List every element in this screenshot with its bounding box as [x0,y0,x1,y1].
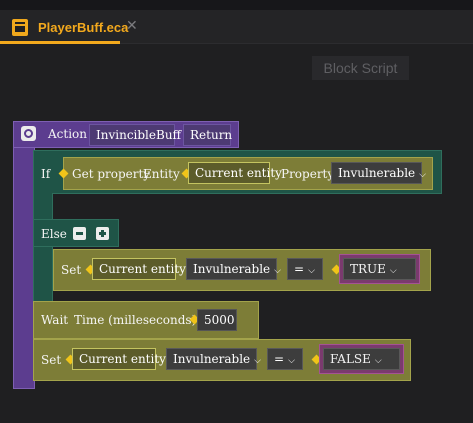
tab-title[interactable]: PlayerBuff.eca [38,20,128,35]
set-operator-dropdown[interactable]: = ⌵ [287,258,323,280]
action-name-field[interactable]: InvincibleBuff [89,124,181,146]
time-label: Time (milleseconds) [74,313,197,327]
else-label: Else [41,227,67,241]
set-operator-value: = [294,262,305,276]
block-script-button[interactable]: Block Script [312,56,409,80]
time-input[interactable]: 5000 [197,309,237,331]
boolean-dropdown[interactable]: FALSE ⌵ [323,348,400,370]
if-block-spine [33,193,53,301]
chevron-down-icon: ⌵ [288,356,295,366]
boolean-dropdown[interactable]: TRUE ⌵ [343,258,416,280]
action-block-body [13,148,35,389]
set-property-dropdown[interactable]: Invulnerable ⌵ [186,258,281,280]
chevron-down-icon: ⌵ [274,266,281,276]
set-entity-field[interactable]: Current entity [72,348,166,370]
chevron-down-icon: ⌵ [374,356,382,366]
wait-label: Wait [41,313,69,327]
gear-icon[interactable] [21,126,36,141]
script-file-icon [12,19,28,36]
entity-label: Entity [143,167,180,181]
property-dropdown[interactable]: Invulnerable ⌵ [331,162,426,184]
title-bar [0,0,473,10]
set-property-value: Invulnerable [193,262,271,276]
set-label: Set [61,263,82,277]
close-icon[interactable]: ✕ [126,18,138,34]
set-property-dropdown[interactable]: Invulnerable ⌵ [166,348,261,370]
set-operator-value: = [274,352,285,366]
boolean-value-block[interactable]: TRUE ⌵ [339,254,420,284]
property-label: Property [281,167,335,181]
add-branch-icon[interactable] [96,227,109,240]
active-tab-indicator [0,41,120,44]
set-operator-dropdown[interactable]: = ⌵ [267,348,303,370]
action-label: Action [48,127,87,141]
chevron-down-icon: ⌵ [389,266,397,276]
entity-field[interactable]: Current entity [188,162,282,184]
chevron-down-icon: ⌵ [254,356,261,366]
boolean-value: FALSE [330,352,371,366]
chevron-down-icon: ⌵ [419,170,426,180]
if-label: If [41,167,51,181]
return-button[interactable]: Return [183,124,232,146]
remove-branch-icon[interactable] [73,227,86,240]
boolean-value-block[interactable]: FALSE ⌵ [319,344,404,374]
boolean-value: TRUE [350,262,386,276]
property-dropdown-value: Invulnerable [338,166,416,180]
chevron-down-icon: ⌵ [308,266,315,276]
set-label: Set [41,353,62,367]
set-property-value: Invulnerable [173,352,251,366]
set-entity-field[interactable]: Current entity [92,258,186,280]
get-property-label: Get property [72,167,151,181]
